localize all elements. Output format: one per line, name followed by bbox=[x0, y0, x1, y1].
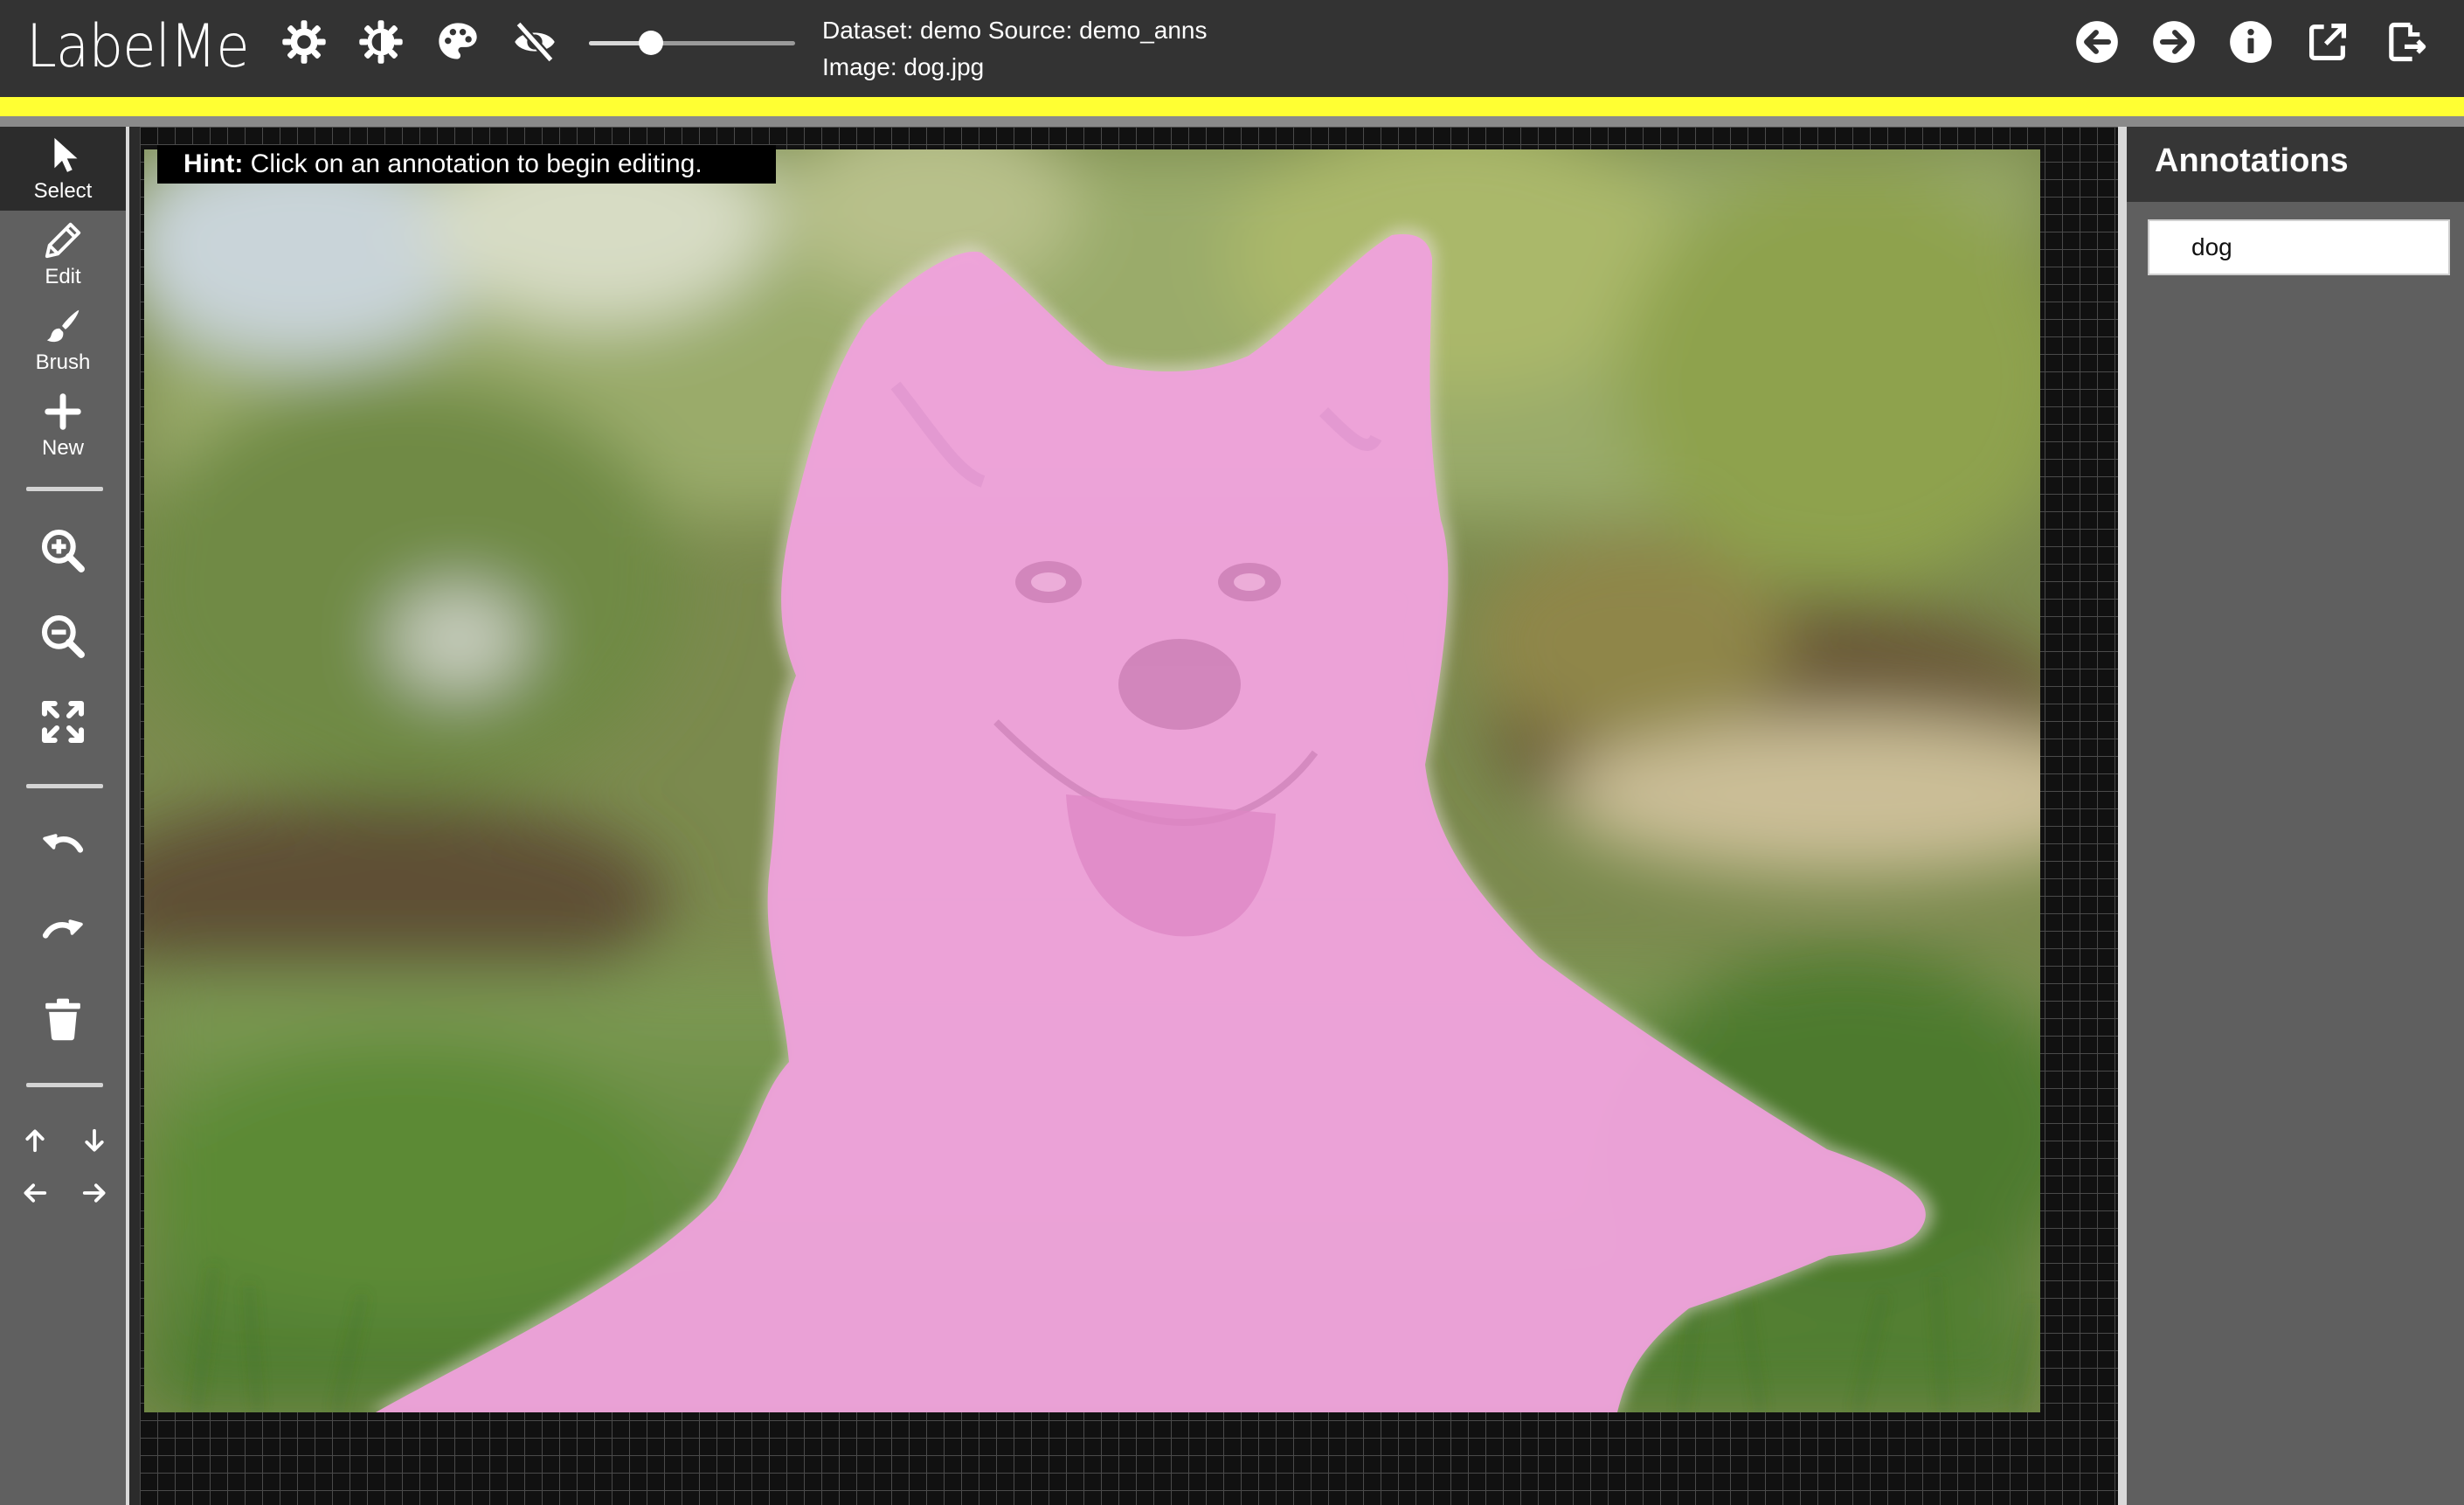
image-info: Dataset: demo Source: demo_anns Image: d… bbox=[822, 12, 1207, 86]
arrow-down-icon bbox=[85, 1128, 104, 1152]
zoom-out-button[interactable] bbox=[0, 597, 126, 676]
plus-icon bbox=[45, 393, 81, 430]
edit-tool-label: Edit bbox=[45, 265, 81, 288]
edit-tool[interactable]: Edit bbox=[0, 212, 126, 296]
zoom-out-icon bbox=[41, 614, 85, 658]
annotations-panel: Annotations dog bbox=[2127, 127, 2464, 1505]
hide-annotations-icon[interactable] bbox=[509, 16, 561, 68]
move-down-button[interactable] bbox=[75, 1121, 114, 1160]
select-tool-label: Select bbox=[33, 179, 93, 203]
fit-screen-button[interactable] bbox=[0, 683, 126, 761]
annotation-item[interactable]: dog bbox=[2148, 219, 2450, 275]
image-name-text: Image: dog.jpg bbox=[822, 53, 985, 80]
header-divider bbox=[0, 116, 2464, 127]
panel-divider[interactable] bbox=[2118, 127, 2127, 1505]
delete-icon bbox=[45, 998, 80, 1041]
hint-banner: Hint: Click on an annotation to begin ed… bbox=[157, 145, 776, 184]
toolbar-divider bbox=[26, 784, 103, 788]
cursor-icon bbox=[54, 137, 78, 172]
contrast-icon[interactable] bbox=[355, 16, 407, 68]
top-bar: LabelMe Dataset: demo Source: demo_anns … bbox=[0, 0, 2464, 97]
arrow-right-icon bbox=[82, 1183, 106, 1203]
select-tool[interactable]: Select bbox=[0, 127, 126, 211]
redo-icon bbox=[42, 919, 83, 939]
brightness-icon[interactable] bbox=[278, 16, 330, 68]
export-icon[interactable] bbox=[2378, 16, 2431, 68]
hint-label: Hint: bbox=[183, 149, 244, 178]
hint-text: Click on an annotation to begin editing. bbox=[250, 149, 703, 178]
undo-icon bbox=[43, 834, 84, 853]
pencil-icon bbox=[45, 222, 81, 259]
dataset-source-text: Dataset: demo Source: demo_anns bbox=[822, 17, 1208, 44]
previous-image-icon[interactable] bbox=[2071, 16, 2123, 68]
move-right-button[interactable] bbox=[75, 1174, 114, 1212]
arrow-up-icon bbox=[25, 1129, 45, 1153]
new-tool[interactable]: New bbox=[0, 384, 126, 468]
fit-screen-icon bbox=[41, 700, 85, 744]
arrow-left-icon bbox=[24, 1183, 47, 1203]
new-tool-label: New bbox=[41, 436, 84, 460]
move-up-button[interactable] bbox=[16, 1121, 54, 1160]
info-icon[interactable] bbox=[2225, 16, 2277, 68]
redo-button[interactable] bbox=[0, 894, 126, 973]
undo-button[interactable] bbox=[0, 808, 126, 887]
move-left-button[interactable] bbox=[16, 1174, 54, 1212]
next-image-icon[interactable] bbox=[2148, 16, 2200, 68]
zoom-in-button[interactable] bbox=[0, 511, 126, 590]
brush-icon bbox=[46, 309, 80, 343]
image-with-mask[interactable] bbox=[144, 149, 2040, 1412]
delete-button[interactable] bbox=[0, 980, 126, 1058]
annotations-panel-header: Annotations bbox=[2127, 127, 2464, 202]
annotations-title: Annotations bbox=[2155, 142, 2349, 179]
slider-thumb[interactable] bbox=[638, 31, 663, 55]
accent-bar bbox=[0, 97, 2464, 116]
annotation-item-label: dog bbox=[2191, 233, 2232, 260]
mask-opacity-slider[interactable] bbox=[589, 30, 795, 56]
zoom-in-icon bbox=[41, 529, 85, 572]
brush-tool[interactable]: Brush bbox=[0, 298, 126, 382]
toolbar-divider bbox=[26, 1083, 103, 1087]
open-external-icon[interactable] bbox=[2301, 16, 2354, 68]
palette-icon[interactable] bbox=[432, 16, 484, 68]
left-toolbar: Select Edit Brush New bbox=[0, 127, 129, 1505]
brush-tool-label: Brush bbox=[35, 350, 91, 374]
app-logo: LabelMe bbox=[26, 12, 250, 81]
toolbar-divider bbox=[26, 487, 103, 491]
